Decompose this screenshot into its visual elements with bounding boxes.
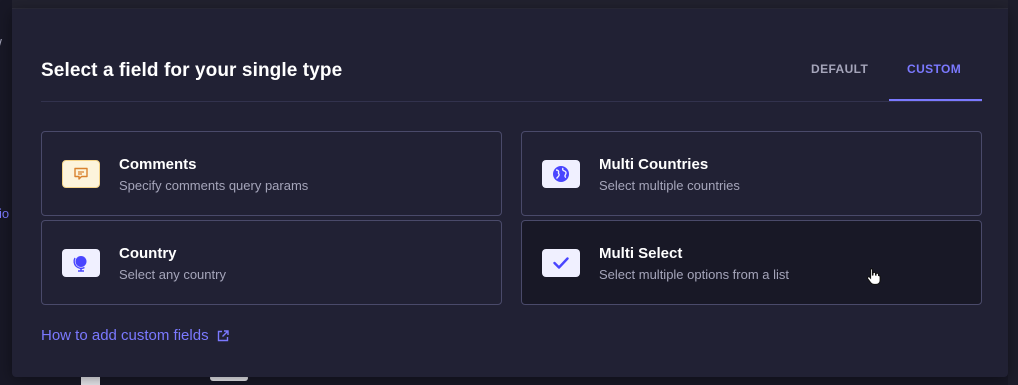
background-app-header [12,0,1008,9]
field-description: Specify comments query params [119,178,309,193]
external-link-icon [217,329,229,341]
background-link: io [0,206,10,221]
field-description: Select any country [119,267,226,282]
active-tab-indicator [889,99,982,101]
modal-title: Select a field for your single type [41,60,343,81]
field-description: Select multiple countries [599,178,740,193]
hand-pointer-icon [866,267,882,290]
background-panel [1008,0,1018,385]
field-title: Multi Select [599,245,683,262]
comment-icon [62,160,100,188]
globe-stand-icon [62,249,100,277]
background-element [81,376,100,385]
check-icon [542,249,580,277]
modal-header: Select a field for your single type DEFA… [41,9,982,102]
help-custom-fields-link[interactable]: How to add custom fields [41,327,229,344]
field-title: Multi Countries [599,156,709,173]
field-card-multi-select[interactable]: Multi Select Select multiple options fro… [521,220,982,305]
field-card-multi-countries[interactable]: Multi Countries Select multiple countrie… [521,131,982,216]
globe-icon [542,160,580,188]
field-card-country[interactable]: Country Select any country [41,220,502,305]
field-title: Country [119,245,177,262]
field-title: Comments [119,156,197,173]
background-text: / [0,36,2,52]
select-field-modal: Select a field for your single type DEFA… [12,9,1008,377]
field-card-comments[interactable]: Comments Specify comments query params [41,131,502,216]
help-link-label: How to add custom fields [41,327,209,344]
tab-custom[interactable]: CUSTOM [907,62,961,76]
field-description: Select multiple options from a list [599,267,790,282]
tab-default[interactable]: DEFAULT [811,62,868,76]
